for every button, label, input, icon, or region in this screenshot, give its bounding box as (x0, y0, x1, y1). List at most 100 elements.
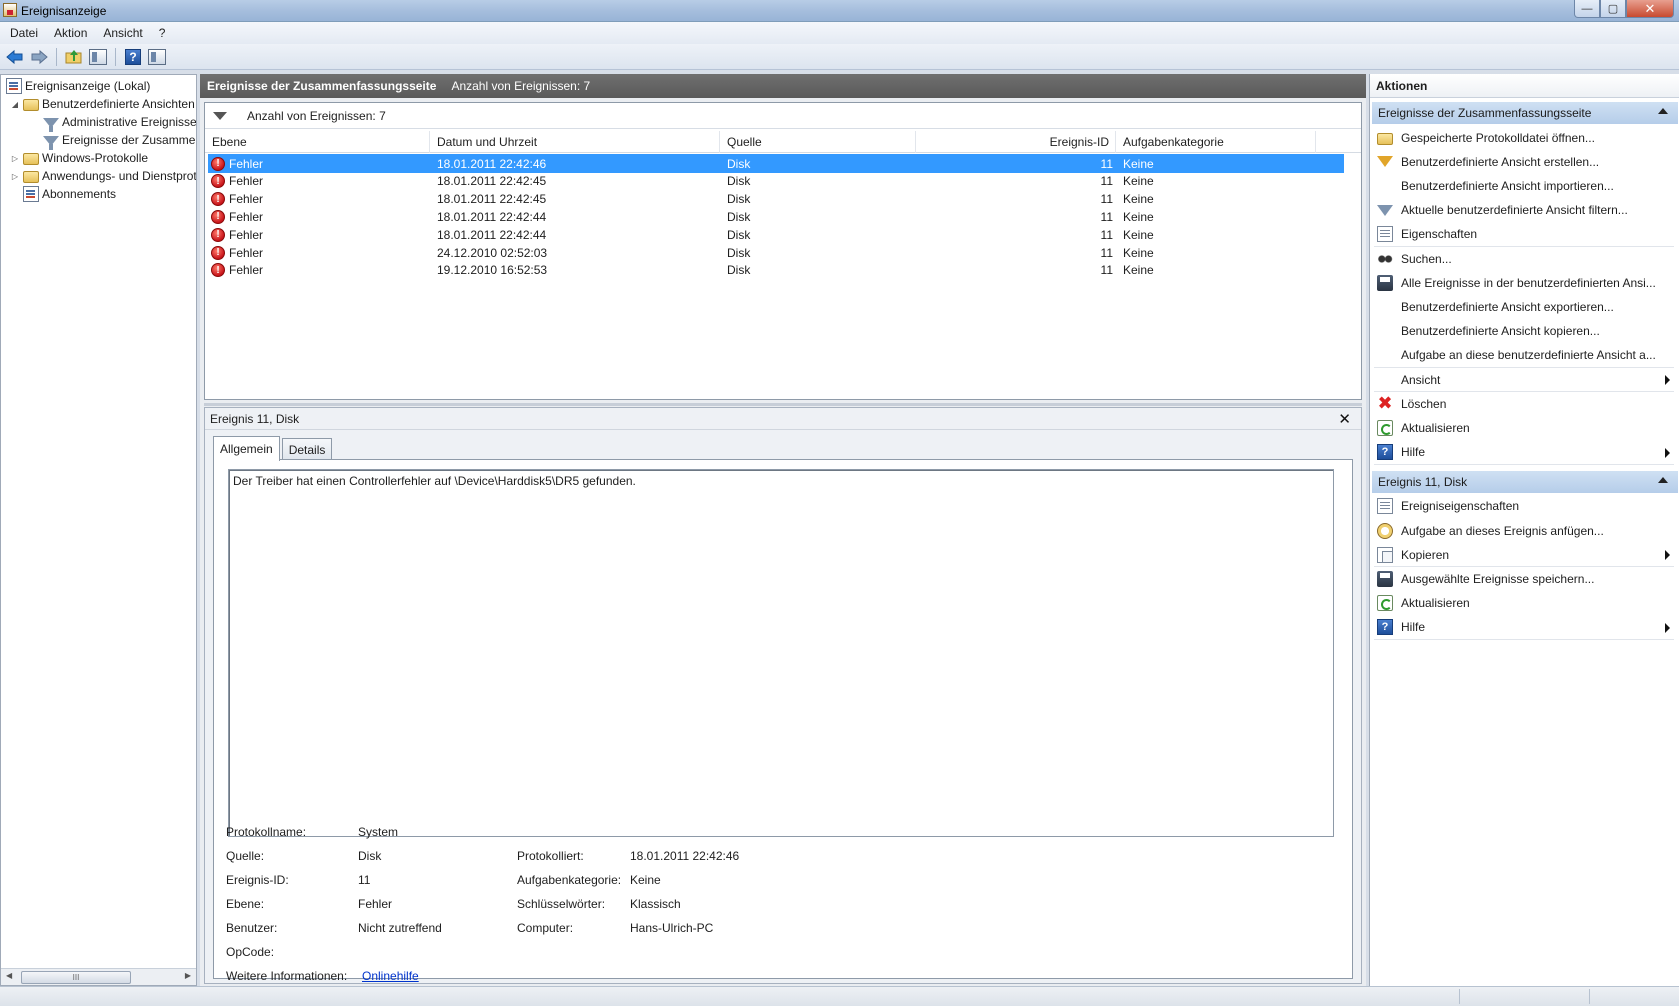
actions-pane: Aktionen Ereignisse der Zusammenfassungs… (1369, 74, 1679, 986)
tab-details[interactable]: Details (281, 438, 333, 461)
column-header-ereignis-id[interactable]: Ereignis-ID (916, 131, 1116, 153)
table-row[interactable]: ! Fehler 24.12.2010 02:52:03 Disk 11 Keine (208, 243, 1344, 262)
action-item[interactable]: Eigenschaften (1372, 223, 1678, 246)
action-label: Hilfe (1401, 620, 1426, 635)
blank-icon (1377, 178, 1393, 194)
action-item[interactable]: Suchen... (1372, 247, 1678, 270)
action-label: Ereigniseigenschaften (1401, 499, 1520, 514)
action-item[interactable]: ? Hilfe (1372, 616, 1678, 639)
cell-datetime: 19.12.2010 16:52:53 (437, 263, 548, 278)
action-item[interactable]: ? Hilfe (1372, 441, 1678, 464)
tree-item-windows-protokolle[interactable]: ▷ Windows-Protokolle (9, 149, 148, 167)
tree-item-benutzerdefinierte-ansichten[interactable]: ◢ Benutzerdefinierte Ansichten (9, 95, 195, 113)
action-item[interactable]: Aufgabe an dieses Ereignis anfügen... (1372, 519, 1678, 542)
cell-event-id: 11 (1100, 209, 1113, 224)
create-filter-icon (1377, 156, 1393, 168)
table-row[interactable]: ! Fehler 19.12.2010 16:52:53 Disk 11 Keine (208, 261, 1344, 280)
action-item[interactable]: Benutzerdefinierte Ansicht importieren..… (1372, 174, 1678, 197)
toolbar-separator (115, 47, 116, 66)
column-header-aufgabenkategorie[interactable]: Aufgabenkategorie (1116, 131, 1316, 153)
maximize-button[interactable]: ▢ (1600, 0, 1626, 18)
column-header-quelle[interactable]: Quelle (720, 131, 916, 153)
filter-info-row: Anzahl von Ereignissen: 7 (205, 103, 1361, 129)
error-icon: ! (211, 192, 225, 207)
forward-arrow-icon (31, 49, 48, 64)
menu-help[interactable]: ? (151, 26, 174, 40)
actions-section-header[interactable]: Ereignis 11, Disk (1372, 470, 1678, 493)
actions-title: Aktionen (1370, 74, 1679, 98)
forward-button[interactable] (28, 46, 50, 68)
table-row[interactable]: ! Fehler 18.01.2011 22:42:45 Disk 11 Keine (208, 172, 1344, 191)
binoculars-icon (1377, 250, 1393, 267)
column-header-ebene[interactable]: Ebene (205, 131, 430, 153)
tree-item-ereignisanzeige-lokal[interactable]: Ereignisanzeige (Lokal) (6, 77, 150, 95)
action-item[interactable]: Benutzerdefinierte Ansicht exportieren..… (1372, 295, 1678, 318)
tree-item-label: Benutzerdefinierte Ansichten (42, 97, 195, 111)
up-button[interactable] (63, 46, 85, 68)
action-item[interactable]: Kopieren (1372, 543, 1678, 566)
expander-collapsed-icon[interactable]: ▷ (9, 152, 21, 164)
action-label: Aufgabe an diese benutzerdefinierte Ansi… (1401, 348, 1656, 363)
cell-level: ! Fehler (211, 261, 263, 280)
tree-item-administrative-ereignisse[interactable]: Administrative Ereignisse (43, 113, 196, 132)
tree-horizontal-scrollbar[interactable]: ◀ III ▶ (1, 968, 196, 985)
event-description[interactable]: Der Treiber hat einen Controllerfehler a… (228, 469, 1334, 837)
action-item[interactable]: Aktuelle benutzerdefinierte Ansicht filt… (1372, 199, 1678, 222)
cell-category: Keine (1123, 156, 1154, 171)
scroll-right-icon[interactable]: ▶ (185, 971, 191, 980)
filter-icon (43, 118, 59, 132)
save-icon (1377, 570, 1393, 587)
pane-splitter[interactable] (204, 403, 1362, 406)
action-label: Kopieren (1401, 547, 1450, 562)
event-viewer-app-icon (3, 3, 17, 17)
action-item[interactable]: Gespeicherte Protokolldatei öffnen... (1372, 126, 1678, 149)
action-item[interactable]: Ereigniseigenschaften (1372, 495, 1678, 518)
error-icon: ! (211, 174, 225, 189)
online-help-link[interactable]: Onlinehilfe (362, 969, 419, 983)
action-item[interactable]: Benutzerdefinierte Ansicht kopieren... (1372, 320, 1678, 343)
title-bar[interactable]: Ereignisanzeige — ▢ ✕ (0, 0, 1679, 22)
menu-aktion[interactable]: Aktion (46, 26, 95, 40)
back-button[interactable] (4, 46, 26, 68)
action-item[interactable]: Alle Ereignisse in der benutzerdefiniert… (1372, 271, 1678, 294)
tab-allgemein[interactable]: Allgemein (213, 436, 280, 461)
action-item[interactable]: Ausgewählte Ereignisse speichern... (1372, 567, 1678, 590)
show-hide-tree-button[interactable] (87, 46, 109, 68)
close-window-button[interactable]: ✕ (1626, 0, 1674, 18)
event-list[interactable]: Anzahl von Ereignissen: 7 Ebene Datum un… (204, 102, 1362, 400)
action-item[interactable]: ✖ Löschen (1372, 392, 1678, 415)
error-icon: ! (211, 156, 225, 171)
filter-icon (1377, 204, 1393, 216)
delete-icon: ✖ (1377, 392, 1393, 413)
level-text: Fehler (229, 245, 264, 260)
table-row[interactable]: ! Fehler 18.01.2011 22:42:44 Disk 11 Keine (208, 225, 1344, 244)
console-tree[interactable]: Ereignisanzeige (Lokal) ◢ Benutzerdefini… (0, 74, 197, 986)
action-item[interactable]: Aufgabe an diese benutzerdefinierte Ansi… (1372, 344, 1678, 367)
expander-expanded-icon[interactable]: ◢ (9, 98, 21, 110)
expander-collapsed-icon[interactable]: ▷ (9, 170, 21, 182)
scrollbar-thumb[interactable]: III (21, 971, 131, 984)
column-header-datum-und-uhrzeit[interactable]: Datum und Uhrzeit (430, 131, 720, 153)
help-button[interactable]: ? (122, 46, 144, 68)
menu-datei[interactable]: Datei (2, 26, 46, 40)
show-hide-actions-button[interactable] (146, 46, 168, 68)
cell-event-id: 11 (1100, 227, 1113, 242)
actions-section-header[interactable]: Ereignisse der Zusammenfassungsseite (1372, 102, 1678, 124)
collapse-icon[interactable] (1658, 476, 1668, 483)
scroll-left-icon[interactable]: ◀ (6, 971, 12, 980)
table-row[interactable]: ! Fehler 18.01.2011 22:42:44 Disk 11 Keine (208, 207, 1344, 226)
collapse-icon[interactable] (1658, 108, 1668, 114)
tree-item-abonnements[interactable]: Abonnements (23, 185, 116, 203)
minimize-button[interactable]: — (1574, 0, 1600, 18)
action-item[interactable]: Aktualisieren (1372, 416, 1678, 439)
table-row[interactable]: ! Fehler 18.01.2011 22:42:45 Disk 11 Keine (208, 190, 1344, 209)
table-row[interactable]: ! Fehler 18.01.2011 22:42:46 Disk 11 Keine (208, 154, 1344, 173)
tree-item-anwendungs-und-dienstprotokolle[interactable]: ▷ Anwendungs- und Dienstprotokolle (9, 167, 196, 185)
menu-ansicht[interactable]: Ansicht (95, 26, 150, 40)
action-item[interactable]: Aktualisieren (1372, 592, 1678, 615)
action-item[interactable]: Benutzerdefinierte Ansicht erstellen... (1372, 150, 1678, 173)
cell-category: Keine (1123, 263, 1154, 278)
action-item[interactable]: Ansicht (1372, 368, 1678, 391)
close-detail-icon[interactable]: ✕ (1338, 410, 1351, 428)
tree-item-ereignisse-der-zusammenfassungsseite[interactable]: Ereignisse der Zusammenfassungsseite (43, 131, 196, 150)
